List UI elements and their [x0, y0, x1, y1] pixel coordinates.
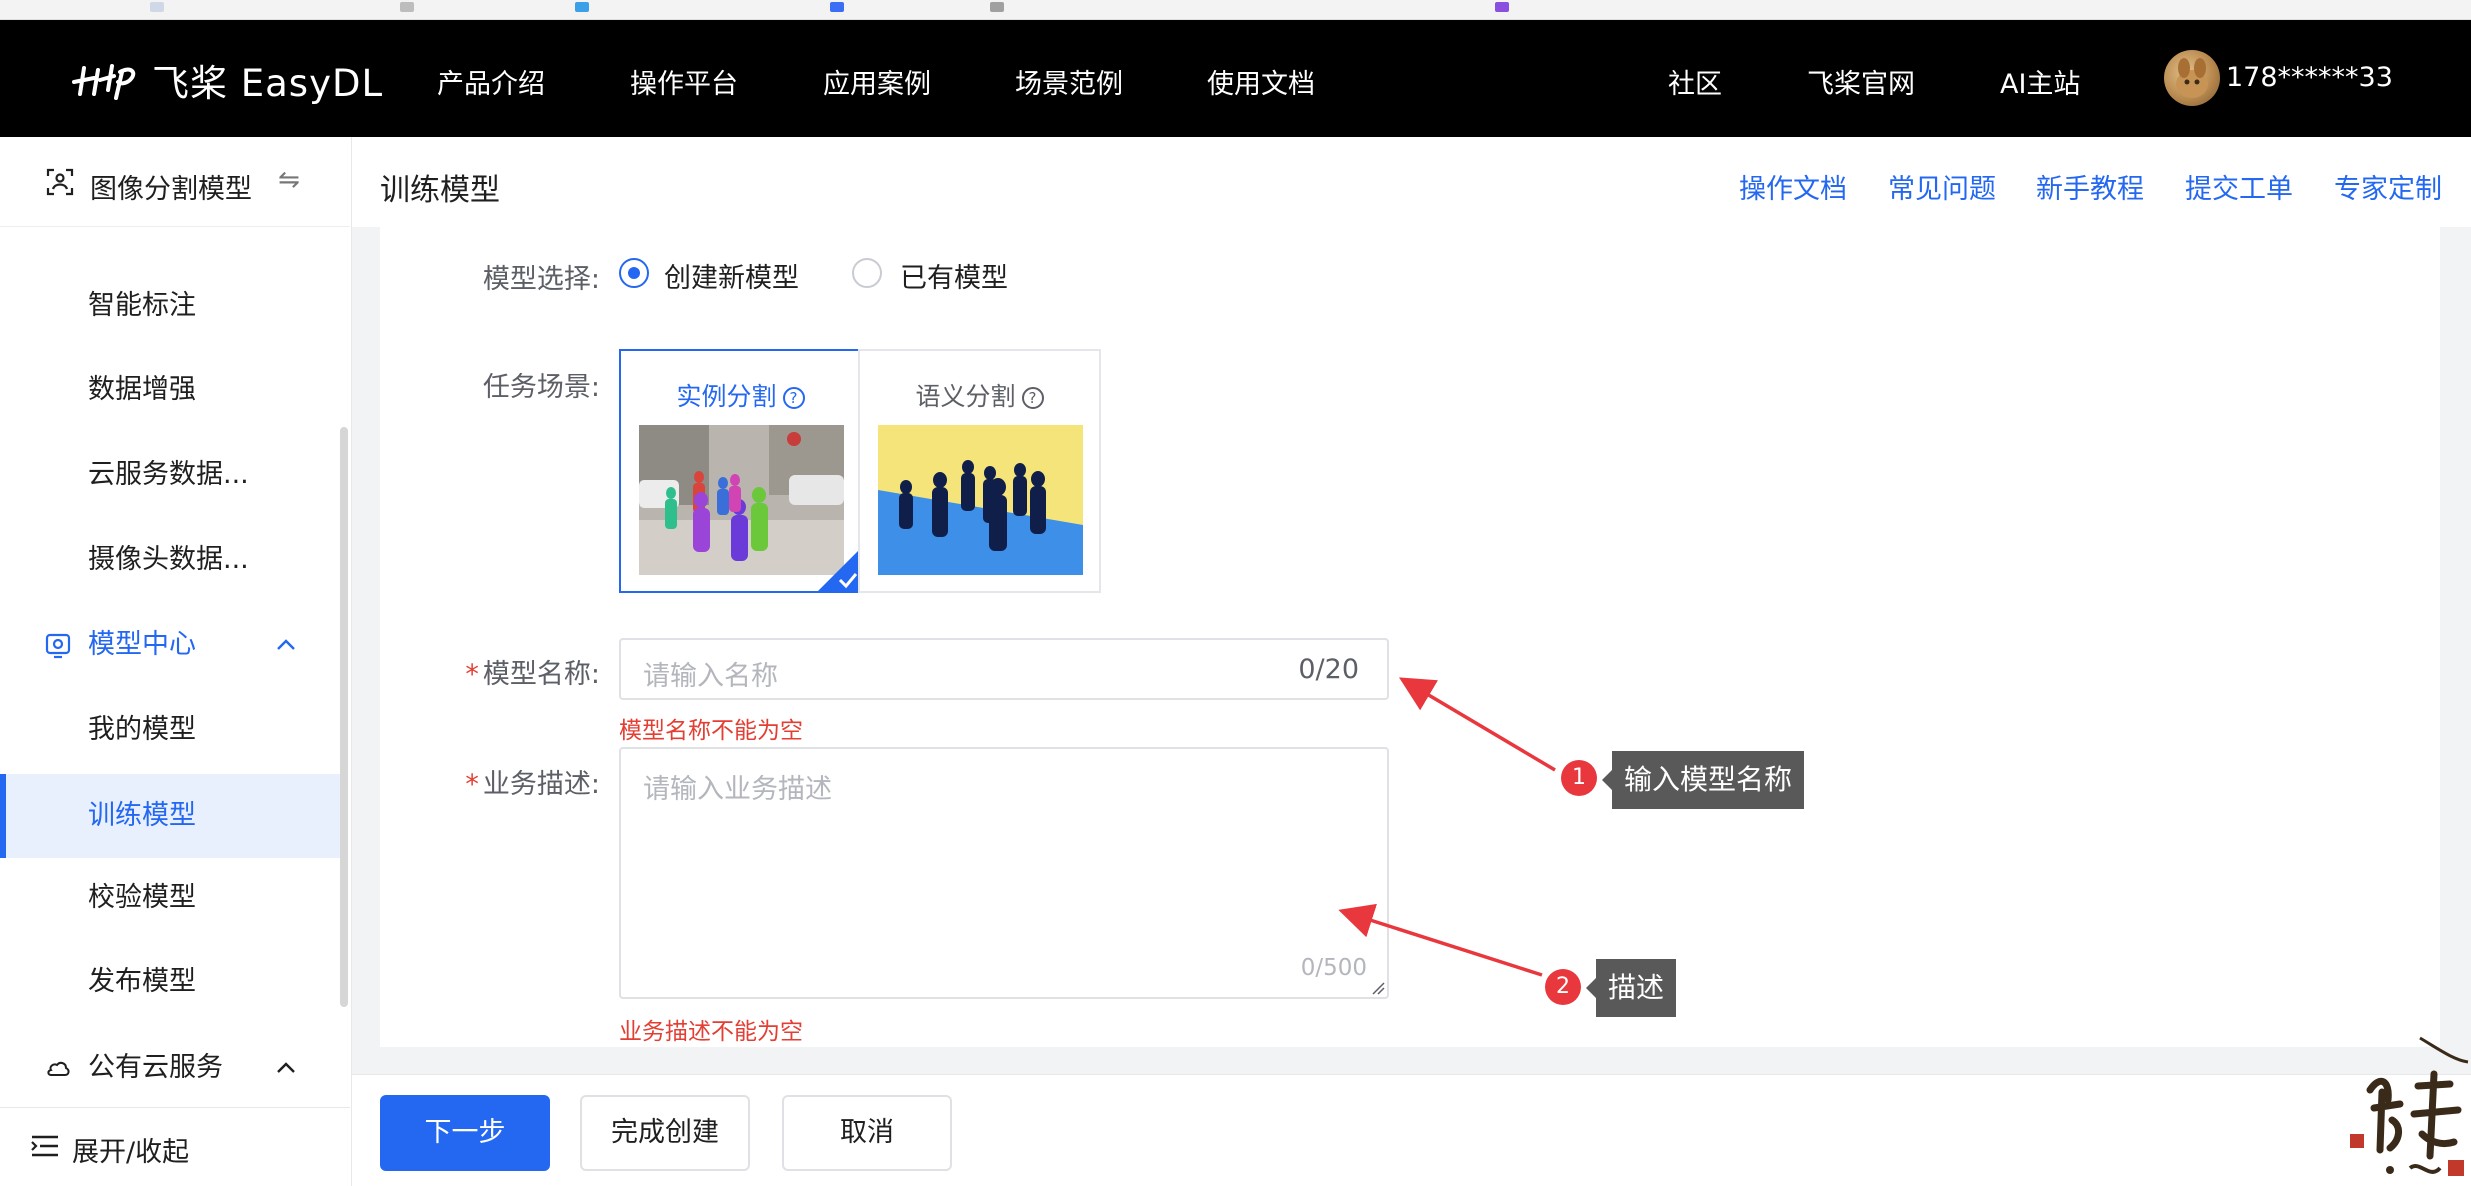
model-center-label: 模型中心 [88, 629, 196, 660]
sidebar-group-model-center[interactable]: 模型中心 [0, 607, 340, 683]
finish-create-button[interactable]: 完成创建 [580, 1095, 750, 1171]
scene-title-semantic: 语义分割? [860, 377, 1099, 413]
business-desc-counter: 0/500 [1300, 955, 1367, 981]
nav-platform[interactable]: 操作平台 [630, 62, 738, 101]
annotation-tip-2: 描述 [1585, 959, 1677, 1017]
public-cloud-label: 公有云服务 [88, 1052, 223, 1083]
page-title: 训练模型 [380, 173, 500, 208]
radio-label-create-new[interactable]: 创建新模型 [664, 256, 799, 295]
street-photo-illustration [639, 425, 844, 575]
help-icon[interactable]: ? [782, 387, 805, 409]
model-name-counter: 0/20 [1298, 654, 1359, 685]
business-desc-textarea[interactable]: 请输入业务描述 0/500 [619, 747, 1389, 999]
logo-text: 飞桨 EasyDL [152, 62, 384, 105]
semantic-segmentation-image [878, 425, 1083, 575]
nav-cases[interactable]: 应用案例 [823, 62, 931, 101]
form-action-bar: 下一步 完成创建 取消 [352, 1074, 2471, 1186]
radio-create-new-model[interactable] [619, 258, 649, 288]
next-step-button[interactable]: 下一步 [380, 1095, 550, 1171]
annotation-badge-2: 2 [1545, 969, 1581, 1005]
scene-title-instance-text: 实例分割 [676, 382, 777, 411]
nav-scenarios[interactable]: 场景范例 [1015, 62, 1123, 101]
required-mark: * [465, 769, 479, 800]
scene-title-semantic-text: 语义分割 [915, 382, 1016, 411]
collapse-label: 展开/收起 [72, 1137, 190, 1168]
task-scene-label: 任务场景: [482, 372, 600, 403]
business-desc-label: * 业务描述: [380, 762, 600, 801]
annotation-badge-1: 1 [1561, 760, 1597, 796]
cloud-icon [47, 1061, 70, 1076]
link-operation-docs[interactable]: 操作文档 [1739, 167, 1847, 206]
sidebar-item-publish-model[interactable]: 发布模型 [0, 944, 340, 1020]
chevron-up-icon [277, 1062, 295, 1073]
avatar[interactable] [2164, 50, 2220, 106]
model-name-label: * 模型名称: [380, 652, 600, 691]
resize-handle-icon[interactable] [1371, 981, 1385, 995]
selected-check-icon [816, 547, 862, 593]
model-name-error: 模型名称不能为空 [619, 718, 803, 744]
sidebar-item-my-models[interactable]: 我的模型 [0, 692, 340, 768]
avatar-image [2176, 58, 2208, 98]
business-desc-label-text: 业务描述: [482, 769, 600, 800]
sidebar-header-label: 图像分割模型 [90, 174, 252, 205]
nav-docs[interactable]: 使用文档 [1207, 62, 1315, 101]
model-center-icon [45, 633, 71, 659]
switch-model-type-icon[interactable]: ⇋ [278, 165, 300, 195]
annotation-tip-1: 输入模型名称 [1601, 751, 1805, 809]
browser-tab-strip [0, 0, 2471, 20]
sidebar-item-camera-data[interactable]: 摄像头数据... [0, 522, 340, 598]
tab-favicon [830, 2, 844, 12]
sidebar-header: 图像分割模型 ⇋ [0, 137, 350, 227]
tab-favicon [990, 2, 1004, 12]
help-icon[interactable]: ? [1021, 387, 1044, 409]
easydl-logo[interactable]: 飞桨 EasyDL [70, 58, 383, 105]
nav-product-intro[interactable]: 产品介绍 [437, 62, 545, 101]
sidebar-scrollbar[interactable] [340, 427, 348, 1007]
tab-favicon [400, 2, 414, 12]
chevron-up-icon [277, 639, 295, 650]
business-desc-error: 业务描述不能为空 [619, 1019, 803, 1045]
scene-title-instance: 实例分割? [621, 377, 860, 413]
sidebar-item-cloud-data[interactable]: 云服务数据... [0, 437, 340, 513]
required-mark: * [465, 659, 479, 690]
link-expert-custom[interactable]: 专家定制 [2334, 167, 2442, 206]
scene-card-semantic-segmentation[interactable]: 语义分割? [858, 349, 1101, 593]
tab-favicon [575, 2, 589, 12]
model-name-label-text: 模型名称: [482, 659, 600, 690]
link-tutorial[interactable]: 新手教程 [2036, 167, 2144, 206]
train-model-form: 模型选择: 创建新模型 已有模型 任务场景: 实例分割? 语义分割 ? * 模型… [380, 227, 2440, 1047]
link-faq[interactable]: 常见问题 [1888, 167, 1996, 206]
model-name-input[interactable]: 请输入名称 0/20 [619, 638, 1389, 700]
nav-community[interactable]: 社区 [1668, 62, 1722, 101]
paddle-logo-icon [72, 64, 136, 100]
menu-fold-icon [31, 1135, 58, 1157]
user-name[interactable]: 178******33 [2226, 62, 2393, 93]
sidebar-group-public-cloud[interactable]: 公有云服务 [0, 1030, 340, 1106]
nav-paddle-site[interactable]: 飞桨官网 [1807, 62, 1915, 101]
cancel-button[interactable]: 取消 [782, 1095, 952, 1171]
segmentation-icon [46, 168, 74, 196]
watermark-logo [2350, 1036, 2469, 1176]
sidebar-item-train-model[interactable]: 训练模型 [0, 774, 340, 858]
top-navigation-bar: 飞桨 EasyDL 产品介绍 操作平台 应用案例 场景范例 使用文档 社区 飞桨… [0, 20, 2471, 137]
tab-favicon [1495, 2, 1509, 12]
model-select-label: 模型选择: [482, 264, 600, 295]
sidebar-item-data-augmentation[interactable]: 数据增强 [0, 352, 340, 428]
semantic-illustration [878, 425, 1083, 575]
scene-card-instance-segmentation[interactable]: 实例分割? [619, 349, 862, 593]
sidebar-collapse-toggle[interactable]: 展开/收起 [0, 1107, 350, 1186]
content-header: 训练模型 操作文档 常见问题 新手教程 提交工单 专家定制 [352, 137, 2471, 227]
business-desc-placeholder: 请输入业务描述 [643, 774, 832, 805]
radio-existing-model[interactable] [852, 258, 882, 288]
model-name-placeholder: 请输入名称 [643, 661, 778, 692]
link-submit-ticket[interactable]: 提交工单 [2185, 167, 2293, 206]
sidebar: 图像分割模型 ⇋ 智能标注 数据增强 云服务数据... 摄像头数据... 模型中… [0, 137, 352, 1186]
sidebar-item-validate-model[interactable]: 校验模型 [0, 860, 340, 936]
sidebar-item-smart-labeling[interactable]: 智能标注 [0, 268, 340, 344]
radio-label-existing[interactable]: 已有模型 [900, 256, 1008, 295]
instance-segmentation-image [639, 425, 844, 575]
tab-favicon [150, 2, 164, 12]
nav-ai-site[interactable]: AI主站 [2000, 62, 2080, 101]
